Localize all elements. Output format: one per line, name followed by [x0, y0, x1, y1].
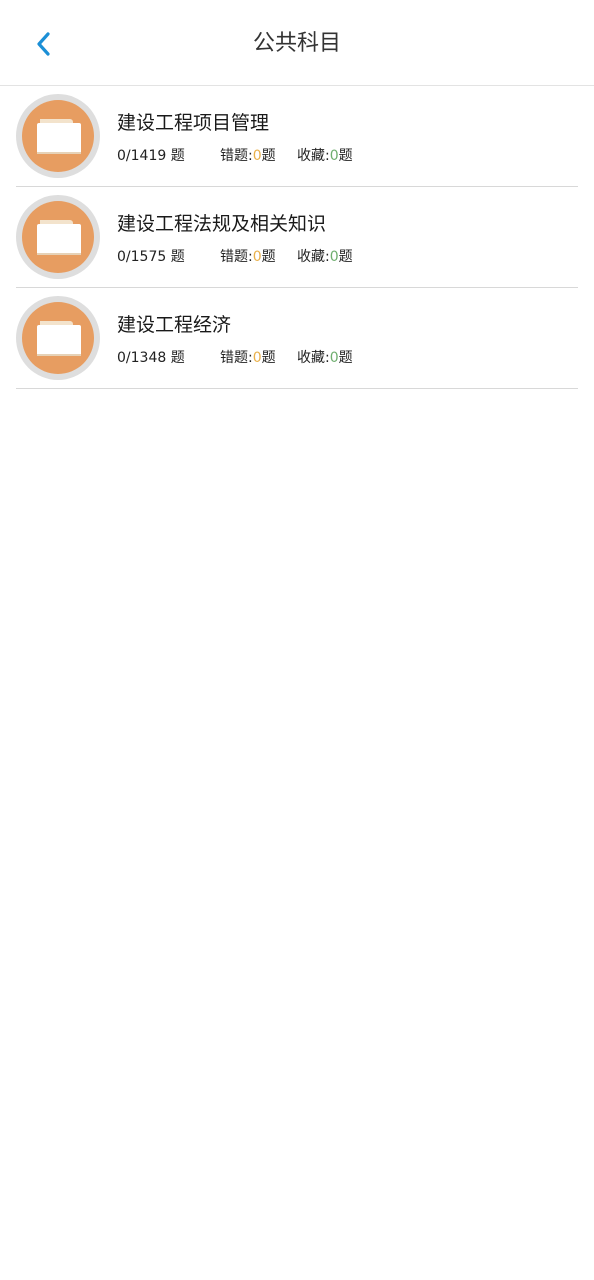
favorite-count-stat: 收藏:0题	[297, 145, 353, 165]
progress-count: 0/1575 题	[117, 249, 185, 265]
subject-list: 建设工程项目管理 0/1419 题 错题:0题 收藏:0题 建设工程法规及相关知…	[0, 86, 594, 389]
wrong-label: 错题:	[220, 148, 253, 164]
wrong-count-stat: 错题:0题	[220, 246, 276, 266]
favorite-unit: 题	[338, 249, 353, 265]
wrong-count-stat: 错题:0题	[220, 145, 276, 165]
folder-icon	[37, 119, 81, 154]
subject-avatar	[16, 94, 100, 178]
subject-avatar	[16, 296, 100, 380]
progress-count: 0/1348 题	[117, 350, 185, 366]
folder-icon	[37, 321, 81, 356]
wrong-label: 错题:	[220, 249, 253, 265]
favorite-count-stat: 收藏:0题	[297, 246, 353, 266]
favorite-count: 0	[329, 249, 339, 265]
favorite-label: 收藏:	[297, 350, 330, 366]
wrong-unit: 题	[261, 350, 276, 366]
wrong-label: 错题:	[220, 350, 253, 366]
wrong-count: 0	[252, 249, 262, 265]
subject-item[interactable]: 建设工程经济 0/1348 题 错题:0题 收藏:0题	[16, 288, 578, 389]
favorite-label: 收藏:	[297, 249, 330, 265]
top-bar: 公共科目	[0, 0, 594, 86]
wrong-unit: 题	[261, 148, 276, 164]
wrong-count: 0	[252, 148, 262, 164]
favorite-label: 收藏:	[297, 148, 330, 164]
favorite-unit: 题	[338, 148, 353, 164]
wrong-count-stat: 错题:0题	[220, 347, 276, 367]
subject-item[interactable]: 建设工程法规及相关知识 0/1575 题 错题:0题 收藏:0题	[16, 187, 578, 288]
favorite-unit: 题	[338, 350, 353, 366]
subject-item[interactable]: 建设工程项目管理 0/1419 题 错题:0题 收藏:0题	[16, 86, 578, 187]
subject-avatar	[16, 195, 100, 279]
subject-title: 建设工程项目管理	[117, 112, 270, 134]
subject-title: 建设工程法规及相关知识	[117, 213, 327, 235]
progress-count: 0/1419 题	[117, 148, 185, 164]
subject-title: 建设工程经济	[117, 314, 232, 336]
wrong-unit: 题	[261, 249, 276, 265]
favorite-count-stat: 收藏:0题	[297, 347, 353, 367]
favorite-count: 0	[329, 350, 339, 366]
favorite-count: 0	[329, 148, 339, 164]
wrong-count: 0	[252, 350, 262, 366]
page-title: 公共科目	[252, 31, 341, 56]
folder-icon	[37, 220, 81, 255]
